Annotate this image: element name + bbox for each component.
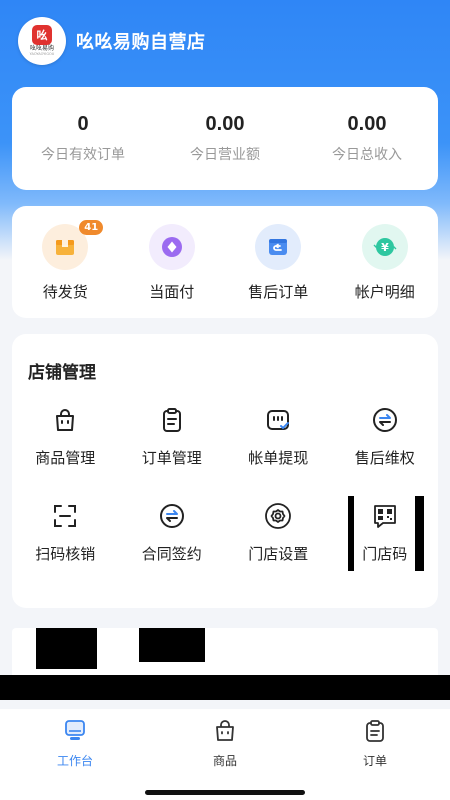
stat-label: 今日总收入 [332, 147, 402, 163]
store-management-card: 店铺管理 商品管理 订单管理 帐单提现 售后维权 扫码核销 合同签约 门店设置 … [12, 334, 438, 608]
section-title: 店铺管理 [28, 363, 96, 383]
grid-item-label: 扫码核销 [35, 545, 96, 563]
grid-item-store-settings[interactable]: 门店设置 [228, 500, 328, 596]
bag-icon [214, 719, 236, 747]
quick-actions-card: 41 待发货 当面付 售后订单 ¥ 帐户明细 [12, 206, 438, 318]
svg-text:¥: ¥ [381, 241, 389, 254]
grid-item-label: 门店设置 [248, 545, 309, 563]
stat-value: 0.00 [205, 113, 245, 135]
clipboard-icon [364, 719, 386, 747]
exchange-icon [156, 500, 188, 532]
today-stats-card: 0 今日有效订单 0.00 今日营业额 0.00 今日总收入 [12, 87, 438, 190]
grid-item-label: 帐单提现 [248, 449, 309, 467]
bill-icon [262, 404, 294, 436]
stat-revenue[interactable]: 0.00 今日营业额 [160, 113, 290, 164]
bag-icon [49, 404, 81, 436]
shop-logo[interactable]: 吆 吆吆易购 YAOYAOYIGOU [18, 17, 66, 65]
shop-name: 吆吆易购自营店 [76, 32, 206, 53]
pending-count-badge: 41 [79, 220, 104, 235]
quick-action-label: 帐户明细 [354, 283, 415, 301]
home-indicator[interactable] [145, 790, 305, 795]
logo-mark: 吆 [32, 25, 52, 46]
redaction-band [0, 675, 450, 700]
redaction-block [139, 628, 205, 662]
grid-item-scan-verify[interactable]: 扫码核销 [15, 500, 115, 596]
grid-item-label: 商品管理 [35, 449, 96, 467]
stat-value: 0.00 [347, 113, 387, 135]
quick-action-pending-shipment[interactable]: 41 待发货 [15, 220, 115, 302]
redaction-block [36, 628, 97, 669]
quick-action-label: 售后订单 [248, 283, 309, 301]
bottom-tab-bar: 工作台 商品 订单 [0, 709, 450, 800]
grid-item-contract-signing[interactable]: 合同签约 [122, 500, 222, 596]
redaction-bar [348, 496, 354, 571]
stat-label: 今日有效订单 [41, 147, 125, 163]
stat-label: 今日营业额 [190, 147, 260, 163]
redaction-bar [415, 496, 424, 571]
quick-action-label: 待发货 [42, 283, 88, 301]
grid-item-label: 门店码 [362, 545, 408, 563]
tab-label: 工作台 [56, 754, 93, 768]
management-grid: 商品管理 订单管理 帐单提现 售后维权 扫码核销 合同签约 门店设置 门店码 [12, 404, 438, 596]
tab-orders[interactable]: 订单 [315, 719, 435, 800]
quick-action-account-details[interactable]: ¥ 帐户明细 [335, 224, 435, 302]
quick-action-label: 当面付 [149, 283, 195, 301]
diamond-icon [148, 224, 195, 270]
quick-action-after-sales-orders[interactable]: 售后订单 [228, 224, 328, 302]
grid-item-order-management[interactable]: 订单管理 [122, 404, 222, 500]
quick-action-face-pay[interactable]: 当面付 [122, 224, 222, 302]
qrcode-icon [369, 500, 401, 532]
grid-item-after-sales-rights[interactable]: 售后维权 [335, 404, 435, 500]
yen-icon: ¥ [361, 224, 408, 270]
grid-item-label: 合同签约 [141, 545, 202, 563]
stat-total-income[interactable]: 0.00 今日总收入 [302, 113, 432, 164]
clipboard-icon [156, 404, 188, 436]
tab-products[interactable]: 商品 [165, 719, 285, 800]
grid-item-bill-withdrawal[interactable]: 帐单提现 [228, 404, 328, 500]
monitor-icon [64, 719, 86, 747]
return-icon [255, 224, 302, 270]
logo-subtext: YAOYAOYIGOU [29, 52, 55, 57]
tab-label: 商品 [212, 754, 237, 768]
grid-item-product-management[interactable]: 商品管理 [15, 404, 115, 500]
stat-value: 0 [77, 113, 89, 135]
grid-item-label: 售后维权 [354, 449, 415, 467]
stat-valid-orders[interactable]: 0 今日有效订单 [18, 113, 148, 164]
gear-icon [262, 500, 294, 532]
tab-workbench[interactable]: 工作台 [15, 719, 135, 800]
scan-icon [49, 500, 81, 532]
tab-label: 订单 [362, 754, 387, 768]
grid-item-label: 订单管理 [141, 449, 202, 467]
header: 吆 吆吆易购 YAOYAOYIGOU 吆吆易购自营店 [18, 16, 206, 66]
exchange-icon [369, 404, 401, 436]
